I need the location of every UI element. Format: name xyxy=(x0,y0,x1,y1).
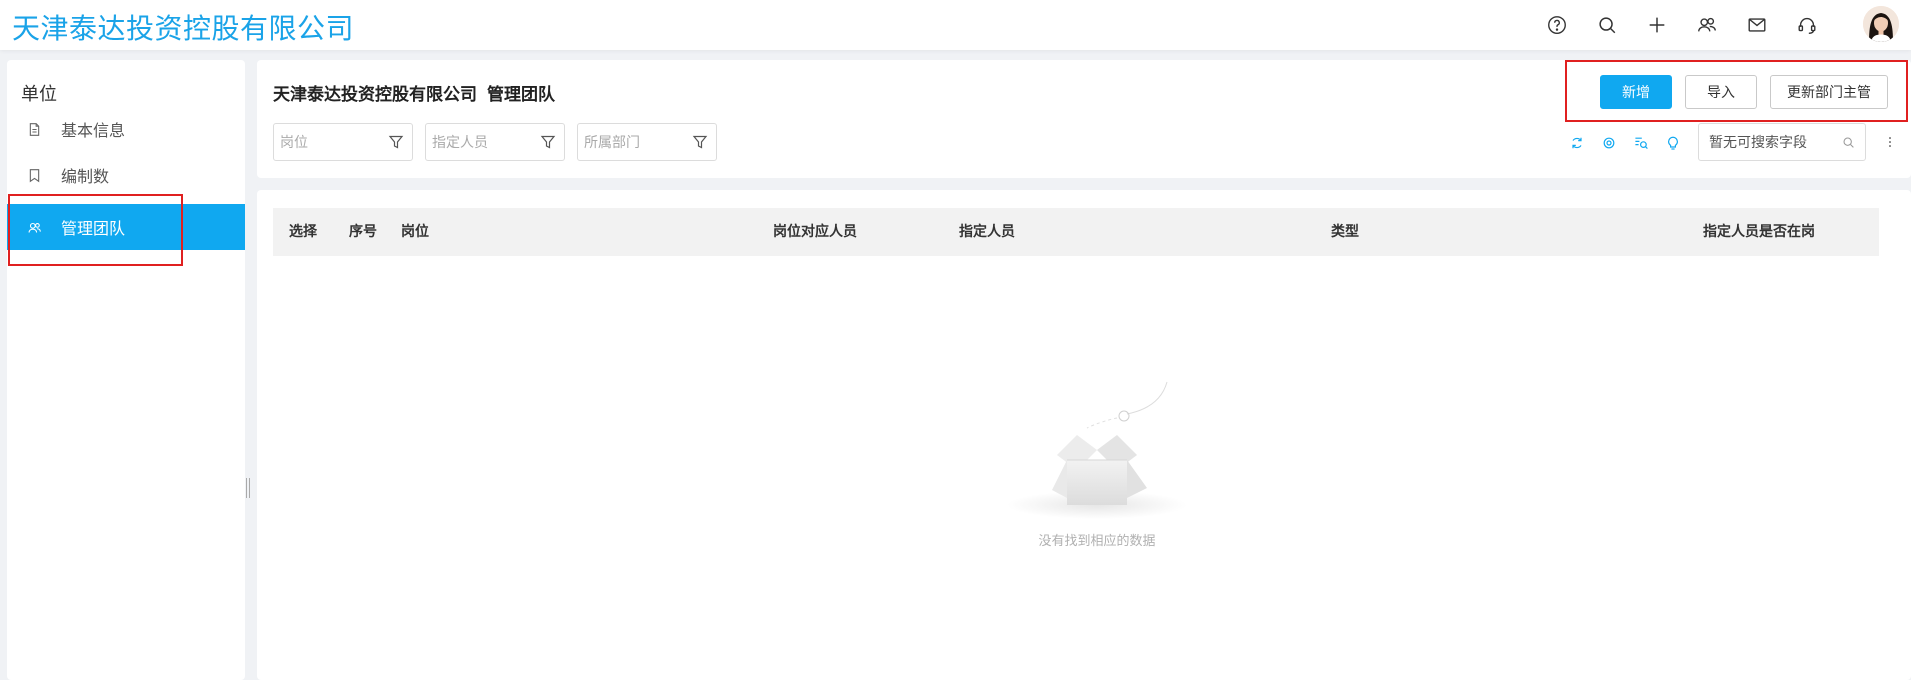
page-subtitle: 管理团队 xyxy=(487,85,555,105)
sidebar-item-label: 管理团队 xyxy=(61,219,126,238)
company-brand[interactable]: 天津泰达投资控股有限公司 xyxy=(12,7,354,47)
team-icon xyxy=(25,218,43,236)
top-toolbar xyxy=(1545,0,1819,50)
column-assignee-on-duty[interactable]: 指定人员是否在岗 xyxy=(1703,208,1815,256)
column-select[interactable]: 选择 xyxy=(289,208,317,256)
search-placeholder: 暂无可搜索字段 xyxy=(1709,135,1807,151)
settings-icon[interactable] xyxy=(1599,133,1619,153)
sidebar-item-management-team[interactable]: 管理团队 xyxy=(7,204,245,250)
filter-icon[interactable] xyxy=(692,134,708,150)
update-dept-manager-button[interactable]: 更新部门主管 xyxy=(1770,75,1888,109)
filter-icon[interactable] xyxy=(388,134,404,150)
help-icon[interactable] xyxy=(1545,13,1569,37)
department-filter[interactable]: 所属部门 xyxy=(577,123,717,161)
assignee-filter-placeholder: 指定人员 xyxy=(432,135,488,151)
sidebar-title: 单位 xyxy=(21,84,57,105)
document-icon xyxy=(25,120,43,138)
top-bar: 天津泰达投资控股有限公司 xyxy=(0,0,1911,50)
search-icon[interactable] xyxy=(1595,13,1619,37)
mail-icon[interactable] xyxy=(1745,13,1769,37)
header-panel: 天津泰达投资控股有限公司 管理团队 岗位 指定人员 所属部门 新增 导入 更新部门… xyxy=(257,60,1911,178)
sidebar: 单位 基本信息 编制数 管理团队 xyxy=(7,60,245,680)
page-title: 天津泰达投资控股有限公司 管理团队 xyxy=(273,80,555,105)
assignee-filter[interactable]: 指定人员 xyxy=(425,123,565,161)
company-name: 天津泰达投资控股有限公司 xyxy=(273,85,477,105)
table-header: 选择 序号 岗位 岗位对应人员 指定人员 类型 指定人员是否在岗 xyxy=(273,208,1879,256)
column-position-staff[interactable]: 岗位对应人员 xyxy=(773,208,857,256)
search-icon[interactable] xyxy=(1842,136,1855,149)
empty-state: 没有找到相应的数据 xyxy=(997,380,1197,550)
advanced-search-icon[interactable] xyxy=(1631,133,1651,153)
import-button[interactable]: 导入 xyxy=(1685,75,1757,109)
column-assignee[interactable]: 指定人员 xyxy=(959,208,1015,256)
contacts-icon[interactable] xyxy=(1695,13,1719,37)
user-avatar[interactable] xyxy=(1863,6,1899,42)
table-panel: 选择 序号 岗位 岗位对应人员 指定人员 类型 指定人员是否在岗 没有找到相应的… xyxy=(257,190,1911,680)
empty-box-icon xyxy=(1007,381,1187,519)
empty-state-text: 没有找到相应的数据 xyxy=(1038,534,1156,549)
table-toolbar xyxy=(1567,133,1683,153)
position-filter-placeholder: 岗位 xyxy=(280,135,308,151)
search-input[interactable]: 暂无可搜索字段 xyxy=(1698,123,1866,161)
more-vertical-icon[interactable] xyxy=(1880,131,1900,153)
filter-icon[interactable] xyxy=(540,134,556,150)
plus-icon[interactable] xyxy=(1645,13,1669,37)
sidebar-item-basic-info[interactable]: 基本信息 xyxy=(7,106,245,152)
refresh-icon[interactable] xyxy=(1567,133,1587,153)
column-index[interactable]: 序号 xyxy=(349,208,377,256)
position-filter[interactable]: 岗位 xyxy=(273,123,413,161)
sidebar-item-label: 编制数 xyxy=(61,167,110,186)
lightbulb-icon[interactable] xyxy=(1663,133,1683,153)
add-button[interactable]: 新增 xyxy=(1600,75,1672,109)
panel-resize-handle[interactable] xyxy=(246,478,250,498)
department-filter-placeholder: 所属部门 xyxy=(584,135,640,151)
sidebar-item-label: 基本信息 xyxy=(61,121,126,140)
sidebar-item-staffing[interactable]: 编制数 xyxy=(7,152,245,198)
headset-icon[interactable] xyxy=(1795,13,1819,37)
column-position[interactable]: 岗位 xyxy=(401,208,429,256)
bookmark-icon xyxy=(25,166,43,184)
column-type[interactable]: 类型 xyxy=(1331,208,1359,256)
